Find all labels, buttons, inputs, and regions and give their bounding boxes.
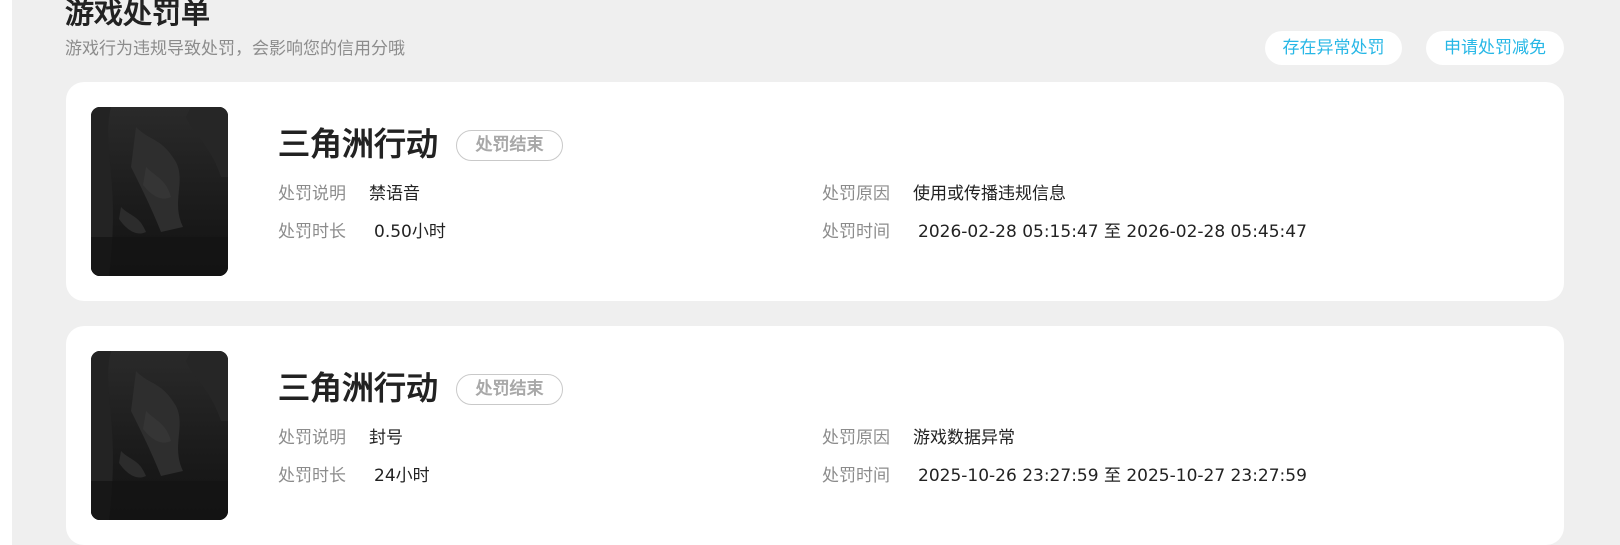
reason-value: 游戏数据异常	[913, 428, 1015, 448]
duration-label: 处罚时长	[278, 222, 346, 242]
page-title: 游戏处罚单	[65, 0, 211, 30]
game-name: 三角洲行动	[278, 125, 439, 163]
reason-value: 使用或传播违规信息	[913, 184, 1066, 204]
report-abnormal-penalty-button[interactable]: 存在异常处罚	[1265, 31, 1402, 65]
game-cover-image	[91, 351, 228, 520]
description-label: 处罚说明	[278, 428, 346, 448]
reason-label: 处罚原因	[822, 184, 890, 204]
game-cover-image	[91, 107, 228, 276]
description-label: 处罚说明	[278, 184, 346, 204]
apply-penalty-reduction-button[interactable]: 申请处罚减免	[1426, 31, 1564, 65]
duration-label: 处罚时长	[278, 466, 346, 486]
game-cover-art	[91, 351, 228, 520]
time-label: 处罚时间	[822, 466, 890, 486]
reason-label: 处罚原因	[822, 428, 890, 448]
status-badge: 处罚结束	[456, 374, 563, 405]
time-value: 2026-02-28 05:15:47 至 2026-02-28 05:45:4…	[918, 222, 1307, 242]
duration-value: 24小时	[374, 466, 430, 486]
penalty-card: 三角洲行动 处罚结束 处罚说明 封号 处罚原因 游戏数据异常 处罚时长 24小时…	[66, 326, 1564, 545]
page-background: 游戏处罚单 游戏行为违规导致处罚，会影响您的信用分哦 存在异常处罚 申请处罚减免	[12, 0, 1620, 545]
game-cover-art	[91, 107, 228, 276]
game-name: 三角洲行动	[278, 369, 439, 407]
time-value: 2025-10-26 23:27:59 至 2025-10-27 23:27:5…	[918, 466, 1307, 486]
page-subtitle: 游戏行为违规导致处罚，会影响您的信用分哦	[65, 39, 405, 59]
penalty-card: 三角洲行动 处罚结束 处罚说明 禁语音 处罚原因 使用或传播违规信息 处罚时长 …	[66, 82, 1564, 301]
duration-value: 0.50小时	[374, 222, 446, 242]
time-label: 处罚时间	[822, 222, 890, 242]
description-value: 封号	[369, 428, 403, 448]
description-value: 禁语音	[369, 184, 420, 204]
status-badge: 处罚结束	[456, 130, 563, 161]
